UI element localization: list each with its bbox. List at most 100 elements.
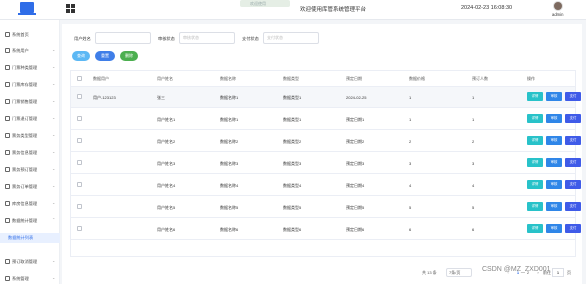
audit-button[interactable]: 审核 xyxy=(546,114,562,123)
row-checkbox[interactable] xyxy=(77,204,82,209)
column-header: 操作 xyxy=(527,76,535,81)
sidebar-item-warehouse[interactable]: 库房信息管理 ⌄ xyxy=(0,199,60,209)
row-checkbox[interactable] xyxy=(77,94,82,99)
column-header: 数据类型 xyxy=(283,76,299,81)
table-cell: 4 xyxy=(472,183,475,188)
sidebar-item-ticket-stock[interactable]: 门票库存管理 ⌄ xyxy=(0,80,60,90)
username-label: 用户姓名 xyxy=(74,36,91,41)
table-row[interactable]: 用户姓名5 数据名称5 数据类型5 预定日期5 5 5 详情 审核 支付 xyxy=(71,197,581,218)
table-cell: 2 xyxy=(472,139,475,144)
sidebar-item-system[interactable]: 系统管理 ⌄ xyxy=(0,274,60,284)
pay-status-select[interactable]: 支付状态 xyxy=(263,32,319,44)
pay-button[interactable]: 支付 xyxy=(565,224,581,233)
sidebar-item-stats[interactable]: 数据统计管理 ⌃ xyxy=(0,216,60,226)
sidebar-item-label: 门票退订管理 xyxy=(12,116,38,121)
row-checkbox[interactable] xyxy=(77,116,82,121)
folder-icon xyxy=(5,82,10,87)
table-cell: 预定日期2 xyxy=(346,139,365,144)
table-cell: 6 xyxy=(409,227,412,232)
table-cell: 2024-02-25 xyxy=(346,95,367,100)
table-cell: 用户姓名1 xyxy=(157,117,176,122)
audit-button[interactable]: 审核 xyxy=(546,224,562,233)
username-input[interactable] xyxy=(95,32,151,44)
notice-badge: 欢迎使用 xyxy=(240,0,290,7)
sidebar-item-ticketing-type[interactable]: 票务类型管理 ⌄ xyxy=(0,131,60,141)
table-row[interactable]: 用户姓名6 数据名称6 数据类型6 预定日期6 6 6 详情 审核 支付 xyxy=(71,219,581,240)
query-button[interactable]: 查询 xyxy=(72,51,90,61)
row-checkbox[interactable] xyxy=(77,226,82,231)
chevron-down-icon: ⌄ xyxy=(52,115,56,120)
detail-button[interactable]: 详情 xyxy=(527,114,543,123)
monitor-logo-icon xyxy=(18,2,36,15)
sidebar-item-label: 票务信息管理 xyxy=(12,150,38,155)
sidebar-item-label: 门票库存管理 xyxy=(12,82,38,87)
delete-button[interactable]: 删除 xyxy=(120,51,138,61)
sidebar-item-ticket-refund[interactable]: 门票退订管理 ⌄ xyxy=(0,114,60,124)
table-cell: 用户-123123 xyxy=(93,95,116,100)
goto-page-input[interactable]: 1 xyxy=(552,268,564,277)
avatar[interactable] xyxy=(553,1,563,11)
row-checkbox[interactable] xyxy=(77,182,82,187)
sidebar-item-label: 库房信息管理 xyxy=(12,201,38,206)
apps-grid-icon[interactable] xyxy=(66,4,75,13)
table-row[interactable]: 用户姓名1 数据名称1 数据类型1 预定日期1 1 1 详情 审核 支付 xyxy=(71,109,581,130)
row-checkbox[interactable] xyxy=(77,138,82,143)
chevron-down-icon: ⌄ xyxy=(52,275,56,280)
table-cell: 数据类型5 xyxy=(283,205,302,210)
sidebar-item-label: 系统用户 xyxy=(12,48,29,53)
folder-icon xyxy=(5,167,10,172)
audit-button[interactable]: 审核 xyxy=(546,202,562,211)
detail-button[interactable]: 详情 xyxy=(527,92,543,101)
audit-button[interactable]: 审核 xyxy=(546,180,562,189)
table-cell: 数据名称1 xyxy=(220,95,239,100)
audit-button[interactable]: 审核 xyxy=(546,158,562,167)
sidebar-item-ticketing-booking[interactable]: 票务预订管理 ⌄ xyxy=(0,165,60,175)
sidebar-item-stats-list[interactable]: 数据统计列表 xyxy=(0,233,60,243)
folder-icon xyxy=(5,99,10,104)
page-suffix: 页 xyxy=(567,270,571,275)
table-cell: 1 xyxy=(472,95,475,100)
table-header: 数据用户 用户姓名 数据名称 数据类型 预定日期 数据价格 预订人数 操作 xyxy=(71,71,575,87)
detail-button[interactable]: 详情 xyxy=(527,224,543,233)
folder-icon xyxy=(5,201,10,206)
sidebar-item-ticket-type[interactable]: 门票种类管理 ⌄ xyxy=(0,63,60,73)
table-row[interactable]: 用户姓名2 数据名称2 数据类型2 预定日期2 2 2 详情 审核 支付 xyxy=(71,131,581,152)
table-cell: 1 xyxy=(472,117,475,122)
table-cell: 4 xyxy=(409,183,412,188)
pay-button[interactable]: 支付 xyxy=(565,158,581,167)
detail-button[interactable]: 详情 xyxy=(527,202,543,211)
sidebar-item-home[interactable]: 系统首页 xyxy=(0,30,60,40)
reset-button[interactable]: 重置 xyxy=(95,51,115,61)
pay-button[interactable]: 支付 xyxy=(565,92,581,101)
sidebar-item-label: 预订取消管理 xyxy=(12,259,38,264)
detail-button[interactable]: 详情 xyxy=(527,158,543,167)
pay-button[interactable]: 支付 xyxy=(565,180,581,189)
detail-button[interactable]: 详情 xyxy=(527,136,543,145)
user-name[interactable]: admin xyxy=(552,12,563,17)
select-all-checkbox[interactable] xyxy=(77,76,82,81)
page-size-select[interactable]: 7条/页 xyxy=(446,268,472,277)
audit-button[interactable]: 审核 xyxy=(546,92,562,101)
table-row[interactable]: 用户姓名4 数据名称4 数据类型4 预定日期4 4 4 详情 审核 支付 xyxy=(71,175,581,196)
table-row[interactable]: 用户-123123 张三 数据名称1 数据类型1 2024-02-25 1 1 … xyxy=(71,87,581,108)
table-row[interactable]: 用户姓名3 数据名称3 数据类型3 预定日期3 3 3 详情 审核 支付 xyxy=(71,153,581,174)
sidebar-item-users[interactable]: 系统用户 ⌄ xyxy=(0,46,60,56)
sidebar-item-booking-cancel[interactable]: 预订取消管理 ⌄ xyxy=(0,257,60,267)
audit-button[interactable]: 审核 xyxy=(546,136,562,145)
sidebar-item-ticketing-info[interactable]: 票务信息管理 ⌄ xyxy=(0,148,60,158)
data-table: 数据用户 用户姓名 数据名称 数据类型 预定日期 数据价格 预订人数 操作 用户… xyxy=(70,70,581,257)
audit-status-select[interactable]: 审核状态 xyxy=(179,32,235,44)
pay-button[interactable]: 支付 xyxy=(565,114,581,123)
detail-button[interactable]: 详情 xyxy=(527,180,543,189)
table-cell: 张三 xyxy=(157,95,165,100)
pay-button[interactable]: 支付 xyxy=(565,136,581,145)
table-cell: 用户姓名5 xyxy=(157,205,176,210)
pay-button[interactable]: 支付 xyxy=(565,202,581,211)
row-checkbox[interactable] xyxy=(77,160,82,165)
table-cell: 5 xyxy=(409,205,412,210)
chevron-down-icon: ⌄ xyxy=(52,81,56,86)
chevron-down-icon: ⌄ xyxy=(52,258,56,263)
folder-icon xyxy=(5,65,10,70)
sidebar-item-ticketing-order[interactable]: 票务订单管理 ⌄ xyxy=(0,182,60,192)
sidebar-item-ticket-sales[interactable]: 门票销售管理 ⌄ xyxy=(0,97,60,107)
